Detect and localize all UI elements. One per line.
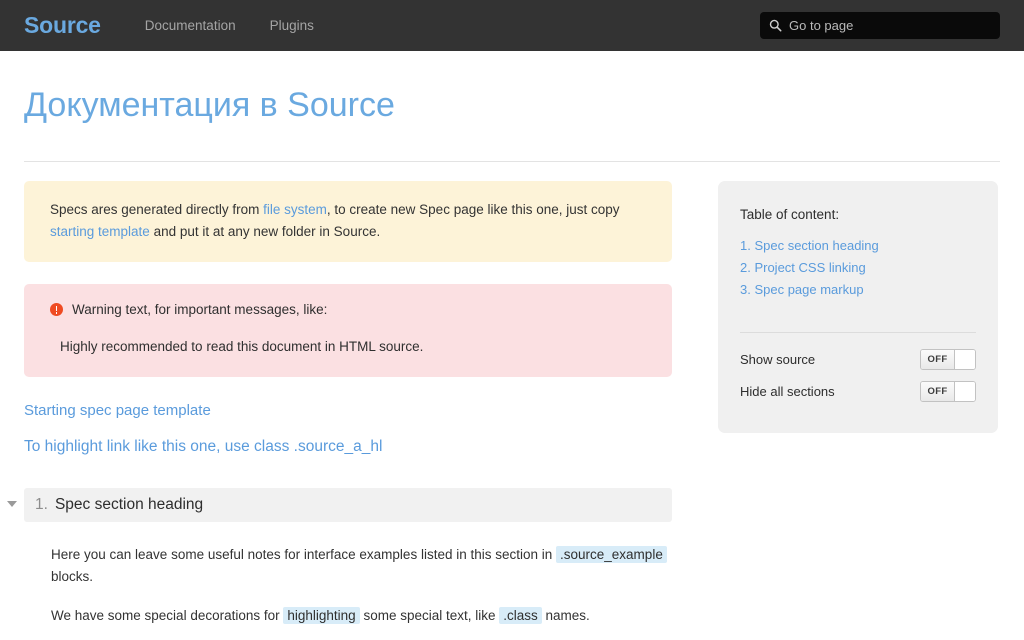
note-text-1: Specs ares generated directly from: [50, 202, 264, 218]
starting-spec-page-template-link[interactable]: Starting spec page template: [24, 402, 672, 419]
warning-box: Warning text, for important messages, li…: [24, 284, 672, 378]
section-paragraph-1: Here you can leave some useful notes for…: [51, 544, 672, 587]
top-navigation-bar: Source Documentation Plugins: [0, 0, 1024, 51]
toc-item-3[interactable]: 3. Spec page markup: [740, 279, 976, 301]
page-title-zone: Документация в Source: [0, 51, 1024, 163]
section-number: 1.: [35, 496, 48, 514]
toc-title: Table of content:: [740, 207, 840, 223]
show-source-toggle[interactable]: OFF: [920, 348, 976, 370]
main-content: Specs ares generated directly from file …: [7, 181, 672, 640]
show-source-label: Show source: [740, 351, 816, 367]
exclamation-circle-icon: [50, 303, 63, 317]
search-input[interactable]: [789, 18, 991, 33]
main-nav: Documentation Plugins: [145, 19, 314, 33]
show-source-toggle-track: [955, 349, 975, 369]
section-title: Spec section heading: [54, 496, 204, 514]
warning-title: Warning text, for important messages, li…: [72, 302, 328, 318]
sidebar: Table of content: 1. Spec section headin…: [718, 181, 998, 434]
spec-section-header-row: 1. Spec section heading: [7, 488, 672, 523]
nav-item-plugins[interactable]: Plugins: [270, 19, 314, 33]
toc-item-1[interactable]: 1. Spec section heading: [740, 235, 976, 257]
page-title: Документация в Source: [24, 86, 395, 124]
toc-list: 1. Spec section heading 2. Project CSS l…: [740, 235, 976, 301]
page-body: Specs ares generated directly from file …: [0, 162, 1024, 640]
code-highlighting: highlighting: [283, 607, 360, 625]
info-note-box: Specs ares generated directly from file …: [24, 181, 672, 263]
starting-template-link[interactable]: starting template: [50, 224, 150, 239]
code-class: .class: [499, 607, 542, 625]
warning-title-row: Warning text, for important messages, li…: [50, 299, 646, 321]
warning-body: Highly recommended to read this document…: [60, 338, 424, 354]
nav-item-documentation[interactable]: Documentation: [145, 19, 236, 33]
note-text-2: , to create new Spec page like this one,…: [326, 202, 620, 218]
hide-all-sections-toggle[interactable]: OFF: [920, 380, 976, 402]
hide-all-sections-label: Hide all sections: [740, 383, 835, 399]
hide-all-sections-toggle-track: [955, 381, 975, 401]
panel-divider: [740, 332, 976, 334]
highlight-link-example[interactable]: To highlight link like this one, use cla…: [24, 438, 672, 456]
triangle-down-icon[interactable]: [7, 501, 17, 508]
paragraph-2-text-after: names.: [541, 608, 590, 624]
search-box[interactable]: [760, 12, 1000, 39]
hide-all-sections-toggle-state: OFF: [921, 381, 955, 401]
show-source-toggle-state: OFF: [921, 349, 955, 369]
option-row-show-source: Show source OFF: [740, 347, 976, 371]
toc-panel: Table of content: 1. Spec section headin…: [718, 181, 998, 434]
search-icon: [769, 19, 782, 32]
section-heading[interactable]: 1. Spec section heading: [24, 488, 672, 523]
paragraph-1-text-after: blocks.: [51, 568, 94, 584]
paragraph-1-text-before: Here you can leave some useful notes for…: [51, 547, 557, 563]
file-system-link[interactable]: file system: [263, 202, 327, 217]
toc-item-2[interactable]: 2. Project CSS linking: [740, 257, 976, 279]
section-paragraph-2: We have some special decorations for hig…: [51, 605, 672, 627]
brand-logo[interactable]: Source: [24, 14, 101, 37]
paragraph-2-text-before: We have some special decorations for: [51, 608, 284, 624]
note-text-3: and put it at any new folder in Source.: [149, 223, 381, 239]
code-source-example: .source_example: [556, 546, 667, 564]
option-row-hide-all-sections: Hide all sections OFF: [740, 379, 976, 403]
paragraph-2-text-middle: some special text, like: [359, 608, 500, 624]
